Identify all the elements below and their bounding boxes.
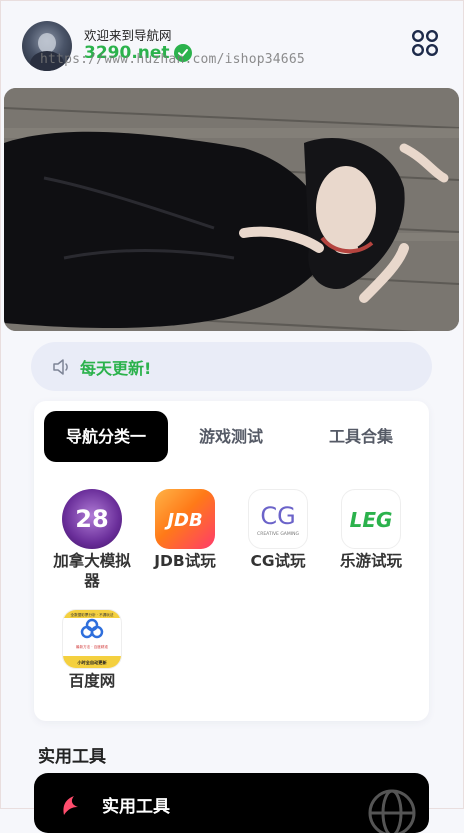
header: 欢迎来到导航网 3290.net https://www.huzhan.com/… [0,0,464,88]
tools-logo-icon [63,796,78,815]
jdb-logo-icon: JDB [155,489,215,549]
baidu-logo-icon: 全数据彩票分析 · 不漏玩法 最新方法 · 百度精准 小时全自动更新 [62,609,122,669]
nav-item-label: JDB试玩 [154,552,216,570]
grid-dots-icon[interactable] [411,29,439,57]
svg-text:28: 28 [75,505,108,533]
tab-tools[interactable]: 工具合集 [306,411,416,462]
nav-item-baidu[interactable]: 全数据彩票分析 · 不漏玩法 最新方法 · 百度精准 小时全自动更新 百度网 [47,609,137,691]
banner-photo [4,88,459,331]
nav-item-label: CG试玩 [250,552,306,570]
cg-logo-icon: CG CREATIVE GAMING [248,489,308,549]
nav-item-jdb[interactable]: JDB JDB试玩 [140,489,230,571]
tools-card[interactable]: 实用工具 [34,773,429,833]
notice-text: 每天更新! [80,358,152,378]
svg-text:小时全自动更新: 小时全自动更新 [77,659,107,666]
tools-card-title: 实用工具 [102,797,170,817]
nav-item-label: 加拿大模拟器 [53,552,131,590]
banner-image[interactable] [4,88,459,331]
svg-text:LEG: LEG [350,508,393,532]
nav-item-label: 百度网 [68,672,116,690]
nav-item-jnd[interactable]: 28 加拿大模拟器 [47,489,137,591]
svg-text:全数据彩票分析 · 不漏玩法: 全数据彩票分析 · 不漏玩法 [71,612,114,617]
svg-text:最新方法 · 百度精准: 最新方法 · 百度精准 [76,644,109,649]
notice-bar[interactable]: 每天更新! [31,342,432,391]
category-tabs: 导航分类一 游戏测试 工具合集 [44,411,419,463]
nav-item-leg[interactable]: LEG 乐游试玩 [326,489,416,571]
nav-item-cg[interactable]: CG CREATIVE GAMING CG试玩 [233,489,323,571]
jnd-logo-icon: 28 [62,489,122,549]
nav-item-label: 乐游试玩 [339,552,402,570]
speaker-icon [53,358,68,375]
globe-icon [368,789,416,833]
tab-game-test[interactable]: 游戏测试 [181,411,281,462]
section-title-tools: 实用工具 [38,747,106,767]
svg-text:CG: CG [260,502,295,530]
welcome-text: 欢迎来到导航网 [84,28,172,43]
svg-text:CREATIVE GAMING: CREATIVE GAMING [257,531,299,537]
category-card: 导航分类一 游戏测试 工具合集 28 加拿大模拟器 JDB JDB试玩 CG C… [34,401,429,721]
tab-nav-category-1[interactable]: 导航分类一 [44,411,168,462]
svg-text:JDB: JDB [164,510,202,531]
watermark: https://www.huzhan.com/ishop34665 [40,52,305,67]
leg-logo-icon: LEG [341,489,401,549]
